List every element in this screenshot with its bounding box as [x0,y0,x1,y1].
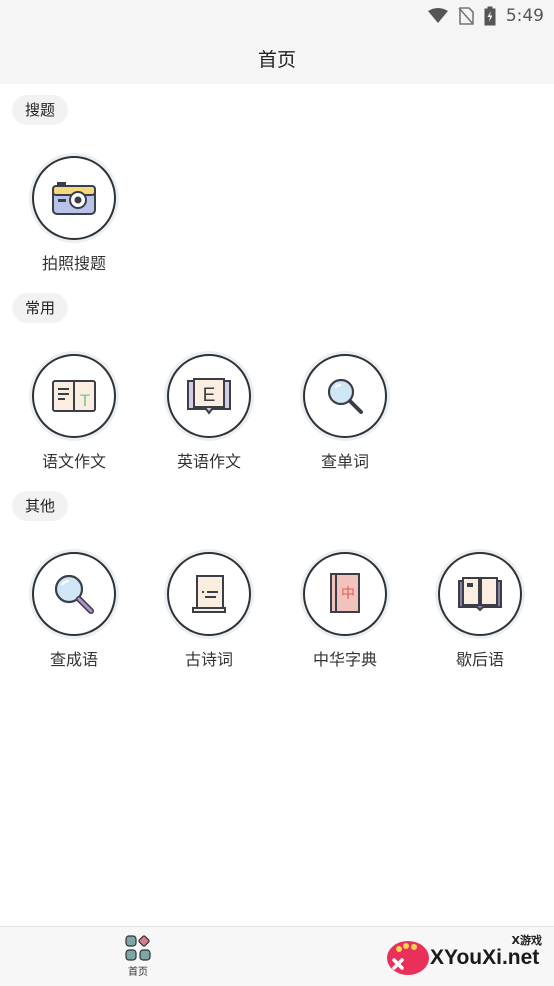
tile-label: 拍照搜题 [41,254,106,273]
page-title: 首页 [257,48,296,71]
tile-chinese-essay[interactable]: T 语文作文 [19,354,129,472]
dictionary-char-glyph: 中 [341,586,355,602]
magnifier-icon [327,378,363,414]
section-title-search: 搜题 [12,95,69,125]
magnifier-icon [54,574,94,614]
chinese-letter-glyph: T [80,391,90,410]
status-time: 5:49 [505,6,544,26]
section-title-common: 常用 [12,293,69,323]
wifi-icon [427,8,448,23]
battery-icon [484,6,496,26]
tile-icon-circle [438,552,522,636]
camera-icon [52,182,96,215]
tile-label: 歇后语 [455,650,504,669]
tile-label: 中华字典 [312,650,377,669]
tile-icon-circle: E [167,354,251,438]
tile-icon-circle: 中 [303,552,387,636]
english-letter-glyph: E [203,385,216,406]
tile-label: 语文作文 [41,452,106,471]
tile-label: 查单词 [320,452,369,471]
tile-poetry[interactable]: 古诗词 [154,552,264,670]
title-bar: 首页 [0,32,554,84]
status-bar: 5:49 [0,0,554,32]
tile-idiom-lookup[interactable]: 查成语 [19,552,129,670]
scroll-icon [192,575,226,613]
tile-icon-circle [32,552,116,636]
site-watermark: X游戏 XYouXi.net [382,928,552,984]
tile-icon-circle [32,156,116,240]
watermark-main: XYouXi.net [430,946,540,969]
tile-label: 英语作文 [176,452,241,471]
nav-home-label: 首页 [128,967,148,978]
zhong-book-icon: 中 [330,573,360,613]
tile-photo-search[interactable]: 拍照搜题 [19,156,129,274]
tile-icon-circle [303,354,387,438]
nav-home-tab[interactable]: 首页 [118,935,158,978]
gamepad-logo-icon [387,941,429,975]
tile-label: 古诗词 [184,650,233,669]
tile-xiehouyu[interactable]: 歇后语 [425,552,535,670]
letter-e-book-icon: E [187,378,231,415]
tile-english-essay[interactable]: E 英语作文 [154,354,264,472]
open-book-icon [458,577,502,612]
tile-icon-circle [167,552,251,636]
tile-icon-circle: T [32,354,116,438]
tile-label: 查成语 [49,650,98,669]
no-sim-icon [458,7,474,25]
tile-word-lookup[interactable]: 查单词 [290,354,400,472]
tile-dictionary[interactable]: 中 中华字典 [290,552,400,670]
section-title-other: 其他 [12,491,69,521]
textbook-icon: T [52,380,96,412]
grid-home-icon [125,935,151,961]
